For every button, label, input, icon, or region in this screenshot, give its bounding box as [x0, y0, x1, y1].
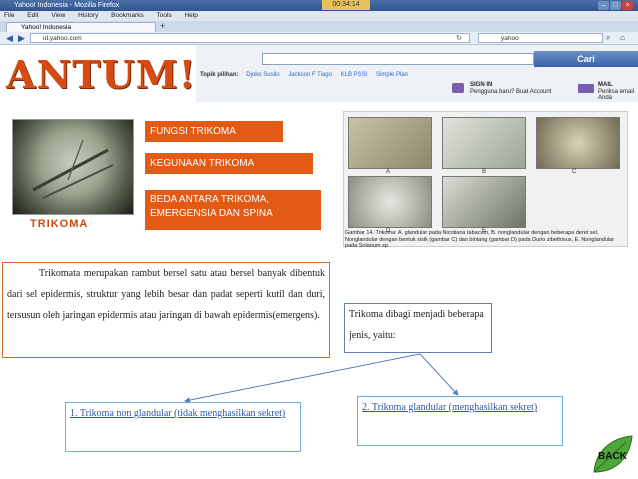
- glandular-type-link[interactable]: 2. Trikoma glandular (menghasilkan sekre…: [357, 396, 563, 446]
- back-button[interactable]: BACK: [598, 451, 627, 462]
- nonglandular-type-link[interactable]: 1. Trikoma non glandular (tidak menghasi…: [65, 402, 301, 452]
- arrow-to-type1: [184, 353, 421, 403]
- arrow-to-type2: [419, 353, 459, 396]
- type1-text: 1. Trikoma non glandular (tidak menghasi…: [70, 408, 286, 419]
- type2-text: 2. Trikoma glandular (menghasilkan sekre…: [362, 402, 538, 413]
